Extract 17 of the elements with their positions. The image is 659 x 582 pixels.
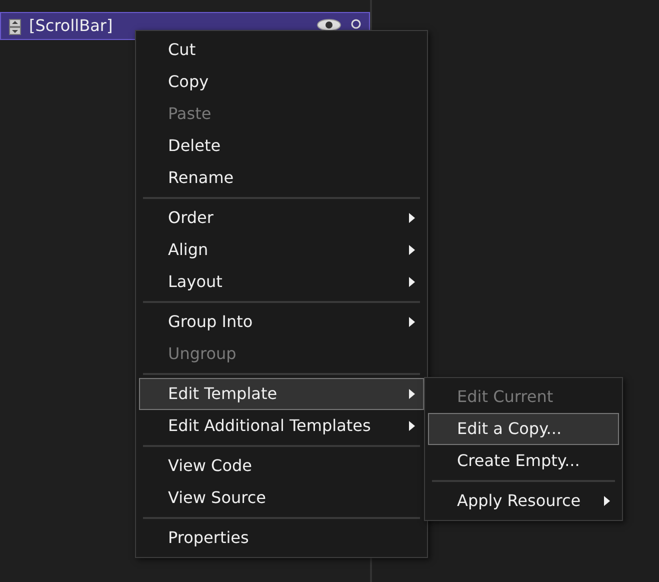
menu-item[interactable]: Delete	[139, 130, 424, 162]
circle-icon[interactable]	[351, 19, 361, 29]
menu-item[interactable]: Layout	[139, 266, 424, 298]
menu-item[interactable]: View Source	[139, 482, 424, 514]
menu-item[interactable]: Edit Template	[139, 378, 424, 410]
menu-item[interactable]: Properties	[139, 522, 424, 554]
menu-item[interactable]: Create Empty...	[428, 445, 619, 477]
menu-item[interactable]: Edit a Copy...	[428, 413, 619, 445]
tree-item-label: [ScrollBar]	[29, 15, 113, 37]
menu-item[interactable]: Edit Additional Templates	[139, 410, 424, 442]
menu-item[interactable]: Copy	[139, 66, 424, 98]
menu-item[interactable]: Align	[139, 234, 424, 266]
menu-item[interactable]: Apply Resource	[428, 485, 619, 517]
menu-item[interactable]: View Code	[139, 450, 424, 482]
menu-item[interactable]: Rename	[139, 162, 424, 194]
menu-item[interactable]: Group Into	[139, 306, 424, 338]
menu-item[interactable]: Order	[139, 202, 424, 234]
